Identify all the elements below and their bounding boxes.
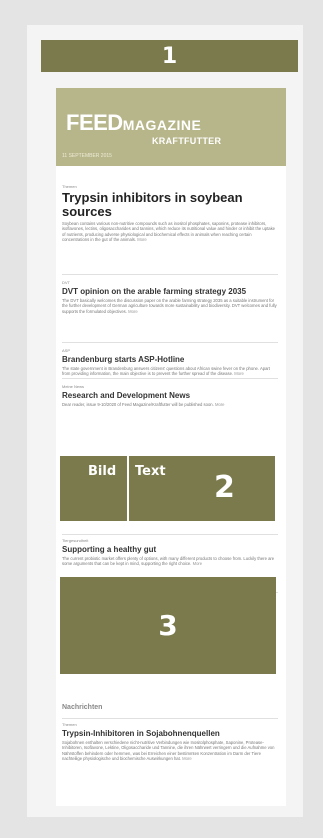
article-rubric: Meine News: [62, 384, 85, 389]
more-link[interactable]: More: [128, 309, 138, 314]
article-rubric: ASP: [62, 348, 71, 353]
logo-feed-text: FEED: [66, 110, 123, 135]
article-title-link[interactable]: Supporting a healthy gut: [62, 545, 278, 554]
section-nachrichten: Nachrichten: [62, 704, 103, 711]
marker-2: 2: [214, 470, 235, 505]
article-title-link[interactable]: DVT opinion on the arable farming strate…: [62, 287, 278, 296]
article-research: Meine News Research and Development News…: [62, 384, 278, 407]
article-title-link[interactable]: Research and Development News: [62, 391, 278, 400]
article-teaser: The DVT basically welcomes the discussio…: [62, 298, 278, 314]
article-title-link[interactable]: Trypsin inhibitors in soybean sources: [62, 191, 278, 219]
article-teaser: Dear reader, issue 9-10/2020 of Feed Mag…: [62, 402, 278, 407]
teaser-text: The DVT basically welcomes the discussio…: [62, 298, 277, 314]
issue-date: 11 SEPTEMBER 2015: [62, 153, 112, 159]
article-rubric: DVT: [62, 280, 70, 285]
article-teaser: Sojabohnen enthalten verschiedene nicht-…: [62, 740, 278, 762]
teaser-text: Soybean contains various non-nutritive c…: [62, 221, 275, 243]
article-rubric: Tiergesundheit: [62, 538, 89, 543]
article-brandenburg: ASP Brandenburg starts ASP-Hotline The s…: [62, 348, 278, 377]
more-link[interactable]: More: [234, 371, 244, 376]
divider: [62, 534, 278, 535]
article-title-link[interactable]: Brandenburg starts ASP-Hotline: [62, 355, 278, 364]
article-dvt: DVT DVT opinion on the arable farming st…: [62, 280, 278, 314]
divider: [62, 718, 278, 719]
marker-3: 3: [158, 609, 178, 642]
text-label: Text: [135, 464, 166, 479]
more-link[interactable]: More: [137, 237, 147, 242]
more-link[interactable]: More: [215, 402, 225, 407]
article-title-link[interactable]: Trypsin-Inhibitoren in Sojabohnenquellen: [62, 729, 278, 738]
article-teaser: Soybean contains various non-nutritive c…: [62, 221, 278, 243]
teaser-text: Dear reader, issue 9-10/2020 of Feed Mag…: [62, 402, 214, 407]
more-link[interactable]: More: [182, 756, 192, 761]
article-rubric: Themen: [62, 184, 77, 189]
article-healthy-gut: Tiergesundheit Supporting a healthy gut …: [62, 538, 278, 567]
article-rubric: Themen: [62, 722, 77, 727]
more-link[interactable]: More: [193, 561, 203, 566]
teaser-text: Sojabohnen enthalten verschiedene nicht-…: [62, 740, 275, 762]
article-trypsin-de: Themen Trypsin-Inhibitoren in Sojabohnen…: [62, 722, 278, 762]
module-3-ad-placeholder: 3: [60, 577, 276, 674]
divider: [62, 342, 278, 343]
teaser-text: The current probiotic market offers plen…: [62, 556, 275, 567]
feed-magazine-logo[interactable]: FEEDMAGAZINE: [66, 110, 201, 136]
masthead-banner: FEEDMAGAZINE KRAFTFUTTER 11 SEPTEMBER 20…: [56, 88, 286, 166]
newsletter-page: FEEDMAGAZINE KRAFTFUTTER 11 SEPTEMBER 20…: [56, 88, 286, 806]
divider: [62, 378, 278, 379]
article-teaser: The state government in Brandenburg answ…: [62, 366, 278, 377]
article-trypsin: Themen Trypsin inhibitors in soybean sou…: [62, 184, 278, 243]
article-teaser: The current probiotic market offers plen…: [62, 556, 278, 567]
module-1-header-placeholder: 1: [41, 40, 298, 72]
divider: [62, 274, 278, 275]
logo-magazine-text: MAGAZINE: [122, 117, 202, 133]
bild-label: Bild: [88, 464, 117, 479]
logo-kraftfutter-text: KRAFTFUTTER: [152, 136, 222, 146]
marker-1: 1: [161, 43, 178, 69]
